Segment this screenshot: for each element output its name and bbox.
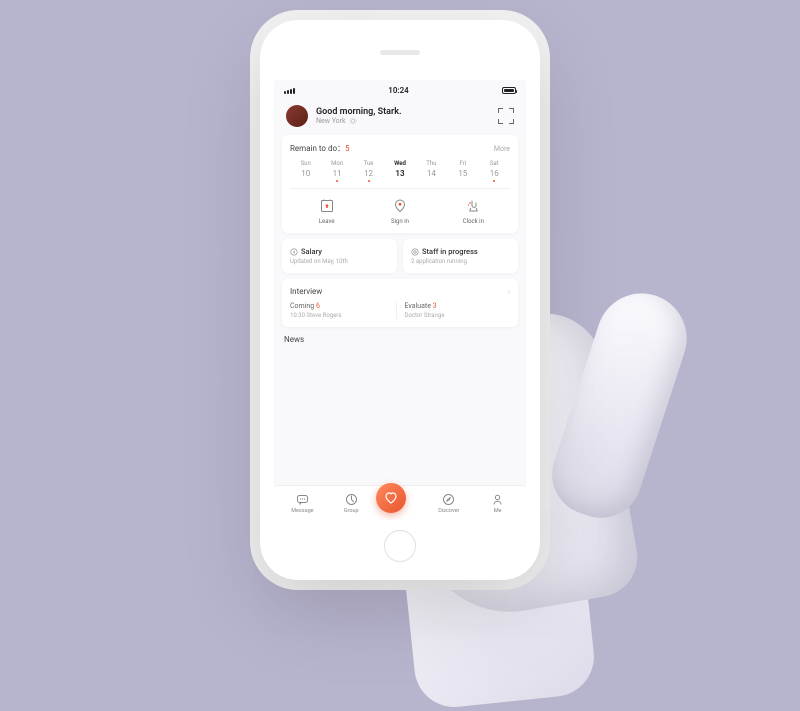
- calendar-day[interactable]: Thu14: [416, 160, 447, 182]
- action-clockin[interactable]: Clock in: [437, 197, 510, 225]
- action-leave[interactable]: Leave: [290, 197, 363, 225]
- interview-title: Interview: [290, 287, 322, 296]
- signal-icon: [284, 88, 295, 94]
- more-link[interactable]: More: [494, 145, 510, 153]
- calendar-day[interactable]: Fri15: [447, 160, 478, 182]
- calendar-day[interactable]: Mon11: [321, 160, 352, 182]
- todo-title: Remain to do：5: [290, 143, 350, 154]
- heart-fab: [376, 483, 406, 513]
- tab-fab[interactable]: [376, 493, 425, 513]
- group-icon: [344, 492, 358, 506]
- clockin-icon: [464, 197, 482, 215]
- message-icon: [295, 492, 309, 506]
- status-bar: 10:24: [274, 80, 526, 101]
- tab-bar: Message Group Discover Me: [274, 485, 526, 520]
- tab-me[interactable]: Me: [473, 492, 522, 514]
- news-title: News: [282, 333, 518, 344]
- salary-card[interactable]: ¥Salary Updated on May, 10th: [282, 239, 397, 273]
- coming-label: Coming 6: [290, 302, 390, 310]
- signin-icon: [391, 197, 409, 215]
- greeting-text: Good morning, Stark.: [316, 107, 490, 117]
- calendar-day[interactable]: Sun10: [290, 160, 321, 182]
- avatar[interactable]: [286, 105, 308, 127]
- action-signin[interactable]: Sign in: [363, 197, 436, 225]
- calendar-day[interactable]: Tue12: [353, 160, 384, 182]
- header: Good morning, Stark. New York: [274, 101, 526, 135]
- leave-icon: [318, 197, 336, 215]
- home-button[interactable]: [384, 530, 416, 562]
- interview-card[interactable]: Interview › Coming 6 10:30 Steve Rogers …: [282, 279, 518, 327]
- battery-icon: [502, 87, 516, 94]
- staff-icon: [411, 248, 419, 256]
- todo-card: Remain to do：5 More Sun10Mon11Tue12Wed13…: [282, 135, 518, 233]
- calendar-day[interactable]: Wed13: [384, 160, 415, 182]
- me-icon: [491, 492, 505, 506]
- weather-icon: [349, 117, 357, 125]
- phone-frame: 10:24 Good morning, Stark. New York: [260, 20, 540, 580]
- location: New York: [316, 117, 490, 125]
- quick-actions: Leave Sign in Clock in: [290, 189, 510, 225]
- discover-icon: [442, 492, 456, 506]
- staff-card[interactable]: Staff in progress 2 application running: [403, 239, 518, 273]
- tab-discover[interactable]: Discover: [424, 492, 473, 514]
- calendar-day[interactable]: Sat16: [479, 160, 510, 182]
- salary-icon: ¥: [290, 248, 298, 256]
- tab-group[interactable]: Group: [327, 492, 376, 514]
- tab-message[interactable]: Message: [278, 492, 327, 514]
- chevron-right-icon: ›: [508, 287, 510, 296]
- svg-text:¥: ¥: [293, 249, 296, 254]
- status-time: 10:24: [388, 86, 408, 95]
- evaluate-label: Evaluate 3: [405, 302, 505, 310]
- scan-icon[interactable]: [498, 108, 514, 124]
- screen: 10:24 Good morning, Stark. New York: [274, 80, 526, 520]
- calendar-strip: Sun10Mon11Tue12Wed13Thu14Fri15Sat16: [290, 160, 510, 189]
